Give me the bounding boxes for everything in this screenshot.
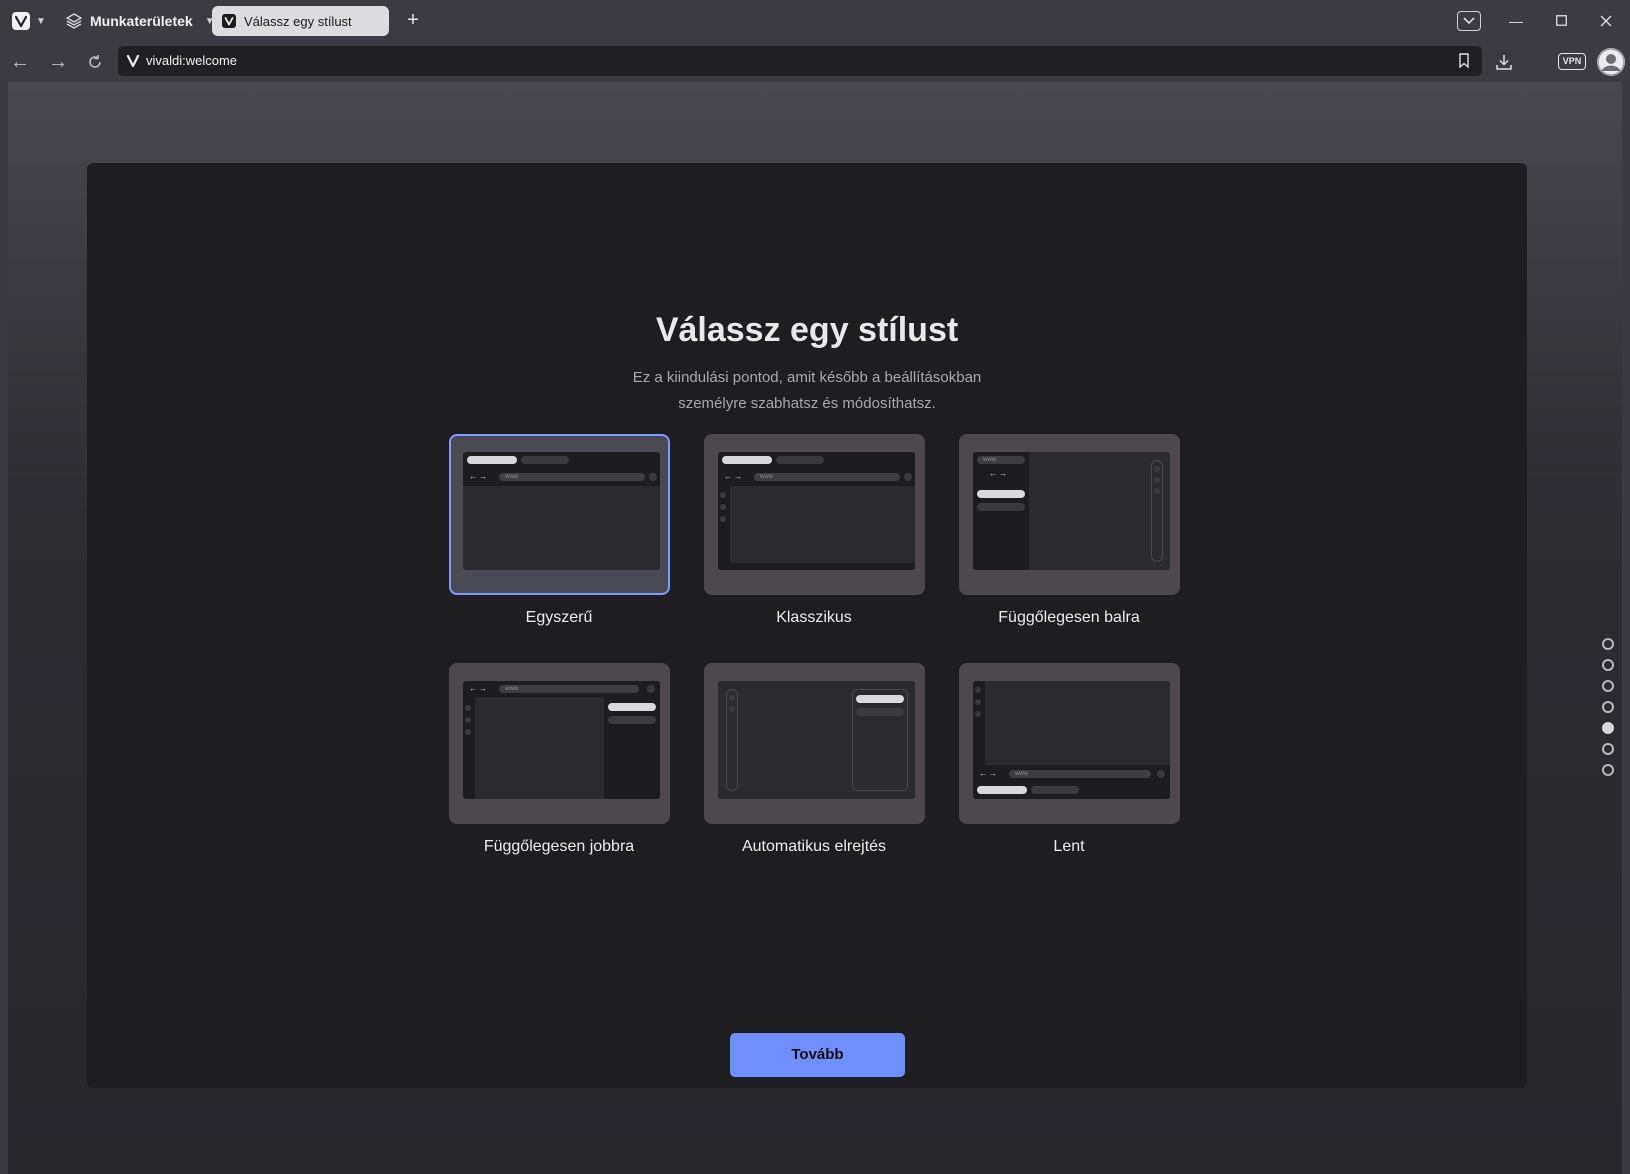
new-tab-button[interactable]: + [400, 8, 426, 34]
forward-button[interactable]: → [44, 48, 72, 76]
vpn-button[interactable]: VPN [1558, 53, 1586, 70]
download-icon [1496, 55, 1512, 70]
address-toolbar: ← → vivaldi:welcome VPN [0, 42, 1630, 82]
url-text: vivaldi:welcome [146, 53, 238, 68]
tab-active[interactable]: Válassz egy stílust [212, 6, 389, 36]
arrow-right-icon: → [48, 51, 68, 73]
subtitle-line: személyre szabhatsz és módosíthatsz. [678, 395, 936, 412]
style-preview-auto-hide [718, 681, 915, 799]
style-label: Függőlegesen balra [998, 609, 1140, 626]
close-button[interactable] [1592, 8, 1620, 34]
vivaldi-logo-icon [12, 12, 30, 30]
tab-title: Válassz egy stílust [244, 13, 352, 29]
tab-bar: ▼ Munkaterületek ▼ Válassz egy stílust +… [0, 0, 1630, 42]
pager-dot[interactable] [1602, 701, 1614, 713]
workspaces-label: Munkaterületek [90, 13, 193, 29]
bookmark-icon[interactable] [1458, 53, 1470, 69]
back-button[interactable]: ← [6, 48, 34, 76]
maximize-icon [1555, 15, 1567, 26]
tab-list-button[interactable] [1457, 11, 1481, 31]
maximize-button[interactable] [1547, 8, 1575, 34]
profile-button[interactable] [1597, 48, 1625, 76]
reload-button[interactable] [81, 48, 109, 76]
reload-icon [89, 55, 101, 68]
arrow-left-icon: ← [10, 51, 30, 73]
style-preview-vertical-left: www ←→ [973, 452, 1170, 570]
pager-dot[interactable] [1602, 743, 1614, 755]
close-icon [1600, 15, 1612, 27]
chevron-down-icon [1463, 17, 1475, 25]
vivaldi-menu-button[interactable]: ▼ [10, 10, 48, 32]
address-field[interactable]: vivaldi:welcome [118, 46, 1482, 76]
preview-url-placeholder: www [977, 456, 1025, 464]
page-title: Válassz egy stílust [655, 311, 959, 349]
browser-window: ▼ Munkaterületek ▼ Válassz egy stílust +… [0, 0, 1630, 1174]
vivaldi-favicon-icon [222, 14, 236, 28]
page-subtitle: Ez a kiindulási pontod, amit később a be… [607, 365, 1007, 417]
pager-dot-active[interactable] [1602, 722, 1614, 734]
pager-dot[interactable] [1602, 764, 1614, 776]
style-card-simple[interactable]: ←→ www [449, 434, 670, 595]
chevron-down-icon: ▼ [36, 16, 46, 27]
style-label: Függőlegesen jobbra [483, 838, 635, 855]
pager-dot[interactable] [1602, 638, 1614, 650]
style-card-auto-hide[interactable] [704, 663, 925, 824]
style-card-vertical-left[interactable]: www ←→ [959, 434, 1180, 595]
avatar-icon [1597, 48, 1625, 76]
workspaces-button[interactable]: Munkaterületek ▼ [66, 9, 215, 33]
minimize-icon: — [1509, 13, 1523, 29]
preview-url-placeholder: www [1009, 770, 1151, 778]
pager-dot[interactable] [1602, 680, 1614, 692]
layers-icon [66, 13, 82, 29]
preview-url-placeholder: www [754, 473, 900, 481]
welcome-panel: Válassz egy stílust Ez a kiindulási pont… [87, 163, 1527, 1088]
style-preview-bottom: ←→ www [973, 681, 1170, 799]
continue-button[interactable]: Tovább [730, 1033, 905, 1077]
preview-url-placeholder: www [499, 473, 645, 481]
subtitle-line: Ez a kiindulási pontod, amit később a be… [632, 369, 982, 386]
minimize-button[interactable]: — [1502, 8, 1530, 34]
style-preview-classic: ←→ www [718, 452, 915, 570]
preview-url-placeholder: www [499, 685, 639, 693]
downloads-button[interactable] [1490, 48, 1518, 76]
style-card-vertical-right[interactable]: ←→ www [449, 663, 670, 824]
style-card-bottom[interactable]: ←→ www [959, 663, 1180, 824]
page-content: Válassz egy stílust Ez a kiindulási pont… [8, 82, 1622, 1174]
style-preview-simple: ←→ www [463, 452, 660, 570]
style-preview-vertical-right: ←→ www [463, 681, 660, 799]
style-label: Automatikus elrejtés [741, 838, 887, 855]
plus-icon: + [407, 9, 419, 31]
pager-dot[interactable] [1602, 659, 1614, 671]
style-label: Egyszerű [525, 609, 593, 626]
style-label: Lent [1053, 838, 1085, 855]
style-card-classic[interactable]: ←→ www [704, 434, 925, 595]
style-label: Klasszikus [776, 609, 852, 626]
vivaldi-site-icon [126, 54, 140, 68]
